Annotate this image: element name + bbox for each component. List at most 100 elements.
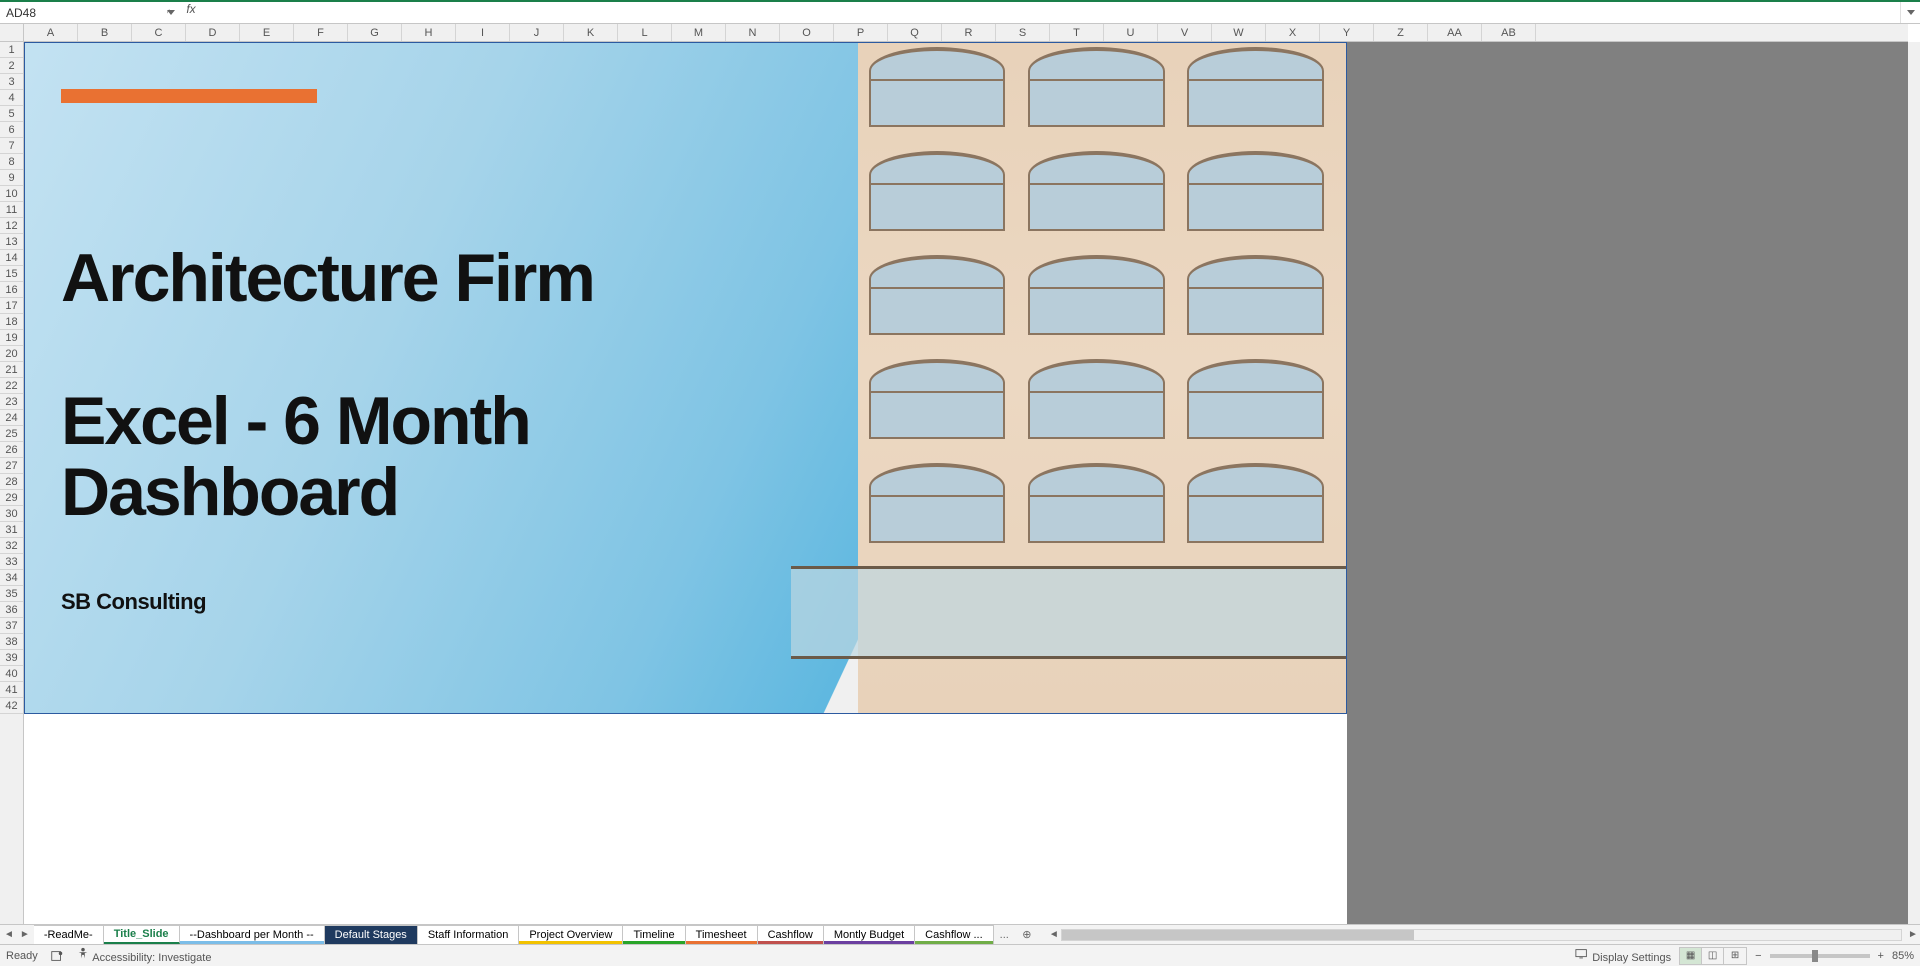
sheet-tab[interactable]: Cashflow ... <box>915 925 993 944</box>
column-header[interactable]: W <box>1212 24 1266 41</box>
new-sheet-button[interactable]: ⊕ <box>1015 925 1039 944</box>
fx-label[interactable]: fx <box>179 2 203 23</box>
column-header[interactable]: H <box>402 24 456 41</box>
formula-input[interactable] <box>203 2 1900 23</box>
row-header[interactable]: 2 <box>0 58 23 74</box>
tab-nav-prev-icon[interactable]: ◄ <box>4 929 14 940</box>
row-header[interactable]: 10 <box>0 186 23 202</box>
column-header[interactable]: U <box>1104 24 1158 41</box>
column-header[interactable]: Q <box>888 24 942 41</box>
column-header[interactable]: L <box>618 24 672 41</box>
sheet-tab[interactable]: Project Overview <box>519 925 623 944</box>
row-header[interactable]: 1 <box>0 42 23 58</box>
column-header[interactable]: M <box>672 24 726 41</box>
row-header[interactable]: 26 <box>0 442 23 458</box>
sheet-tab[interactable]: Default Stages <box>325 925 418 944</box>
column-header[interactable]: C <box>132 24 186 41</box>
cells-area[interactable]: Architecture Firm Excel - 6 Month Dashbo… <box>24 42 1908 924</box>
column-header[interactable]: A <box>24 24 78 41</box>
column-header[interactable]: S <box>996 24 1050 41</box>
sheet-tab[interactable]: --Dashboard per Month -- <box>180 925 325 944</box>
column-header[interactable]: J <box>510 24 564 41</box>
row-header[interactable]: 31 <box>0 522 23 538</box>
row-header[interactable]: 19 <box>0 330 23 346</box>
row-header[interactable]: 17 <box>0 298 23 314</box>
column-header[interactable]: Z <box>1374 24 1428 41</box>
row-header[interactable]: 38 <box>0 634 23 650</box>
row-header[interactable]: 34 <box>0 570 23 586</box>
row-header[interactable]: 21 <box>0 362 23 378</box>
row-header[interactable]: 16 <box>0 282 23 298</box>
column-header[interactable]: V <box>1158 24 1212 41</box>
formula-bar-expand[interactable] <box>1900 2 1920 23</box>
row-header[interactable]: 5 <box>0 106 23 122</box>
sheet-tab[interactable]: Timeline <box>623 925 685 944</box>
column-header[interactable]: E <box>240 24 294 41</box>
sheet-tab[interactable]: Timesheet <box>686 925 758 944</box>
column-header[interactable]: D <box>186 24 240 41</box>
row-header[interactable]: 24 <box>0 410 23 426</box>
column-header[interactable]: K <box>564 24 618 41</box>
tab-overflow[interactable]: ... <box>994 925 1015 944</box>
row-header[interactable]: 33 <box>0 554 23 570</box>
column-header[interactable]: F <box>294 24 348 41</box>
zoom-out-button[interactable]: − <box>1755 950 1761 962</box>
row-header[interactable]: 37 <box>0 618 23 634</box>
sheet-tab[interactable]: Staff Information <box>418 925 520 944</box>
row-header[interactable]: 18 <box>0 314 23 330</box>
row-header[interactable]: 7 <box>0 138 23 154</box>
row-header[interactable]: 40 <box>0 666 23 682</box>
row-header[interactable]: 8 <box>0 154 23 170</box>
row-header[interactable]: 36 <box>0 602 23 618</box>
row-header[interactable]: 35 <box>0 586 23 602</box>
column-header[interactable]: AA <box>1428 24 1482 41</box>
column-header[interactable]: R <box>942 24 996 41</box>
row-header[interactable]: 23 <box>0 394 23 410</box>
row-header[interactable]: 20 <box>0 346 23 362</box>
name-box[interactable] <box>0 2 167 23</box>
accessibility-status[interactable]: Accessibility: Investigate <box>76 947 212 964</box>
column-header[interactable]: B <box>78 24 132 41</box>
row-header[interactable]: 9 <box>0 170 23 186</box>
sheet-tab[interactable]: -ReadMe- <box>34 925 104 944</box>
row-header[interactable]: 13 <box>0 234 23 250</box>
row-header[interactable]: 25 <box>0 426 23 442</box>
display-settings-button[interactable]: Display Settings <box>1575 947 1671 964</box>
sheet-tab[interactable]: Cashflow <box>758 925 824 944</box>
row-header[interactable]: 32 <box>0 538 23 554</box>
sheet-tab[interactable]: Title_Slide <box>104 925 180 944</box>
column-header[interactable]: X <box>1266 24 1320 41</box>
hscroll-track[interactable] <box>1061 929 1902 941</box>
row-header[interactable]: 14 <box>0 250 23 266</box>
row-header[interactable]: 39 <box>0 650 23 666</box>
row-header[interactable]: 11 <box>0 202 23 218</box>
row-header[interactable]: 29 <box>0 490 23 506</box>
column-header[interactable]: Y <box>1320 24 1374 41</box>
row-header[interactable]: 15 <box>0 266 23 282</box>
column-header[interactable]: G <box>348 24 402 41</box>
zoom-level[interactable]: 85% <box>1892 950 1914 962</box>
column-header[interactable]: I <box>456 24 510 41</box>
scroll-left-icon[interactable]: ◄ <box>1047 929 1061 940</box>
view-page-layout-icon[interactable]: ◫ <box>1702 948 1724 964</box>
column-header[interactable]: P <box>834 24 888 41</box>
column-header[interactable]: N <box>726 24 780 41</box>
zoom-in-button[interactable]: + <box>1878 950 1884 962</box>
column-header[interactable]: O <box>780 24 834 41</box>
hscroll-thumb[interactable] <box>1062 930 1414 940</box>
column-header[interactable]: AB <box>1482 24 1536 41</box>
select-all-corner[interactable] <box>0 24 24 42</box>
row-header[interactable]: 12 <box>0 218 23 234</box>
row-header[interactable]: 4 <box>0 90 23 106</box>
row-header[interactable]: 41 <box>0 682 23 698</box>
view-page-break-icon[interactable]: ⊞ <box>1724 948 1746 964</box>
macro-record-icon[interactable] <box>50 949 64 963</box>
row-header[interactable]: 28 <box>0 474 23 490</box>
view-normal-icon[interactable]: ▦ <box>1680 948 1702 964</box>
row-header[interactable]: 3 <box>0 74 23 90</box>
row-header[interactable]: 42 <box>0 698 23 714</box>
sheet-tab[interactable]: Montly Budget <box>824 925 915 944</box>
row-header[interactable]: 22 <box>0 378 23 394</box>
zoom-slider[interactable] <box>1770 954 1870 958</box>
name-box-dropdown[interactable] <box>167 10 175 15</box>
